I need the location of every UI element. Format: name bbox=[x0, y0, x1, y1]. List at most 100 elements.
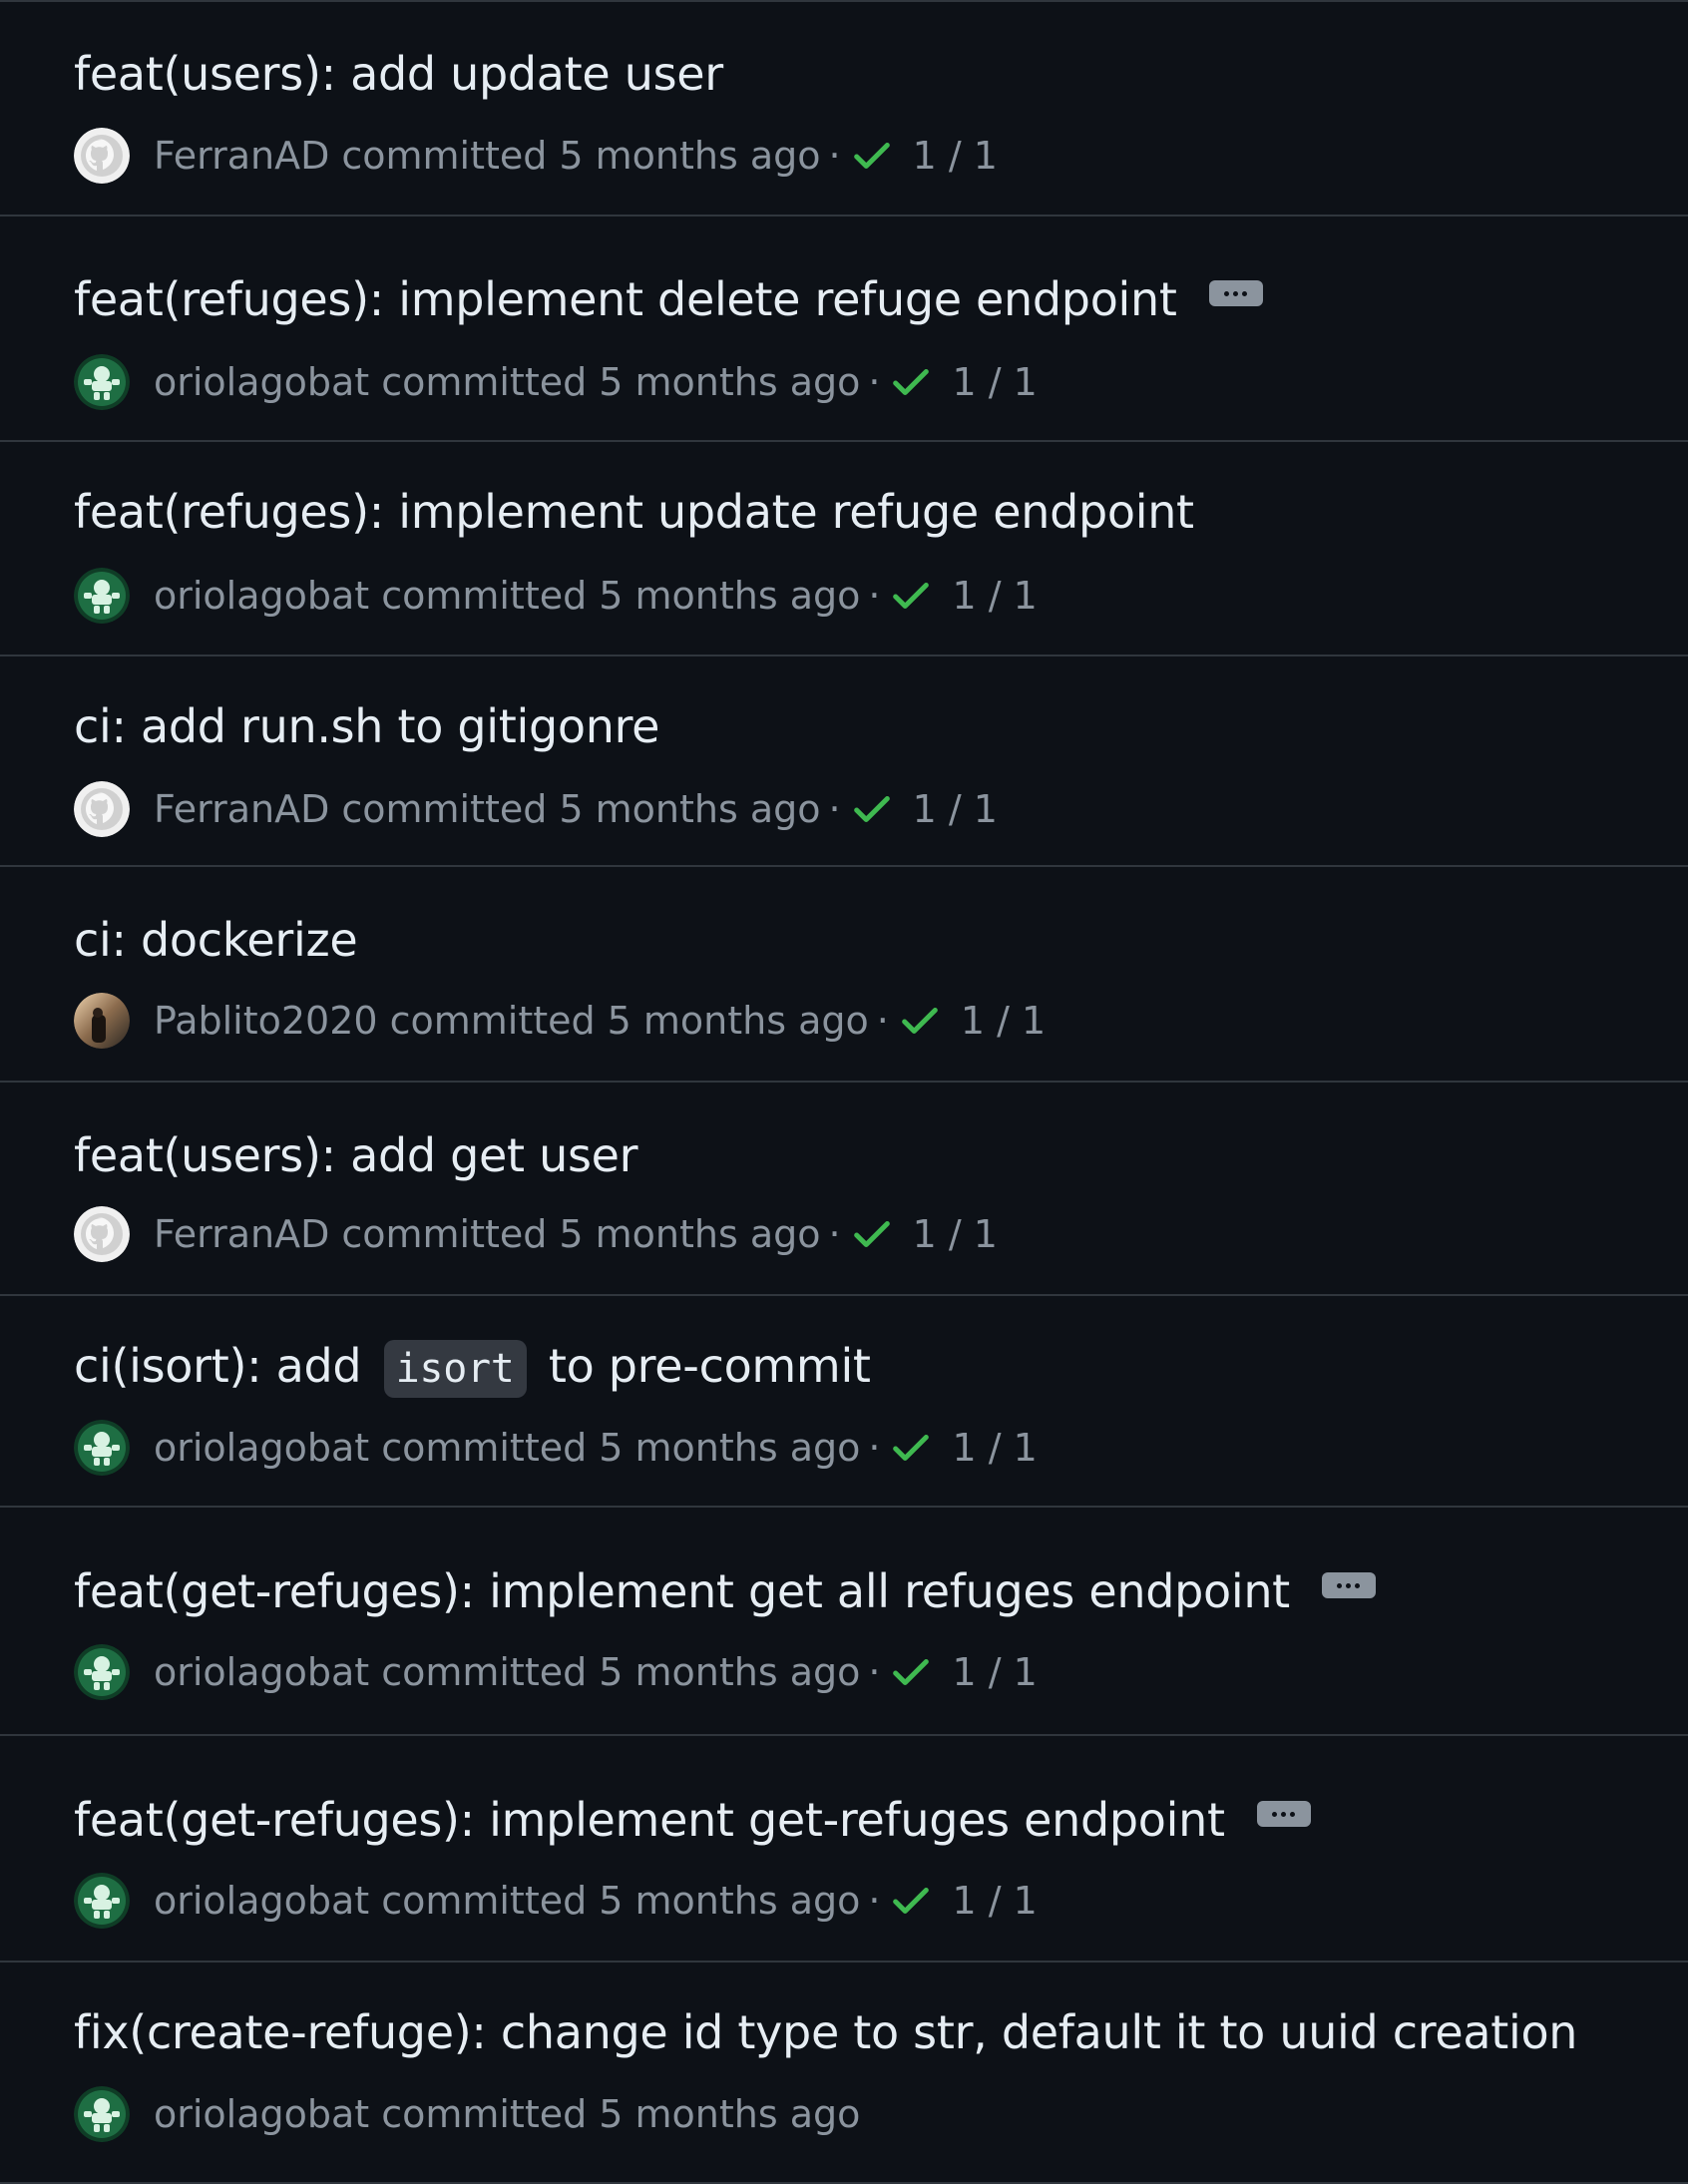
check-icon[interactable] bbox=[897, 998, 943, 1044]
commit-meta: FerranAD committed 5 months ago · 1 / 1 bbox=[74, 128, 998, 184]
checks-status[interactable]: 1 / 1 bbox=[952, 360, 1037, 404]
committed-label: committed bbox=[381, 574, 588, 618]
ellipsis-dot-icon bbox=[1355, 1582, 1361, 1588]
avatar[interactable] bbox=[74, 354, 130, 410]
commit-row[interactable]: feat(users): add update user FerranAD comm… bbox=[0, 2, 1688, 217]
checks-status[interactable]: 1 / 1 bbox=[952, 1879, 1037, 1923]
check-icon[interactable] bbox=[888, 1425, 934, 1471]
commit-row[interactable]: fix(create-refuge): change id type to st… bbox=[0, 1963, 1688, 2184]
commit-time[interactable]: 5 months ago bbox=[559, 1212, 820, 1256]
commit-title-line: feat(refuges): implement delete refuge e… bbox=[74, 276, 1263, 322]
committed-label: committed bbox=[389, 999, 596, 1043]
commit-title-line: feat(refuges): implement update refuge e… bbox=[74, 489, 1194, 535]
checks-status[interactable]: 1 / 1 bbox=[913, 1212, 998, 1256]
commit-title-line: feat(users): add get user bbox=[74, 1132, 638, 1178]
checks-status[interactable]: 1 / 1 bbox=[913, 134, 998, 178]
commit-time[interactable]: 5 months ago bbox=[599, 1426, 860, 1470]
checks-status[interactable]: 1 / 1 bbox=[913, 787, 998, 831]
commit-title-link[interactable]: feat(refuges): implement update refuge e… bbox=[74, 489, 1194, 535]
check-icon[interactable] bbox=[888, 1649, 934, 1695]
avatar[interactable] bbox=[74, 1420, 130, 1476]
check-icon[interactable] bbox=[849, 1211, 895, 1257]
commit-row[interactable]: feat(refuges): implement update refuge e… bbox=[0, 442, 1688, 656]
commit-title-link[interactable]: feat(refuges): implement delete refuge e… bbox=[74, 276, 1177, 322]
commit-row[interactable]: ci(isort): add isort to pre-commit oriola… bbox=[0, 1296, 1688, 1508]
committed-label: committed bbox=[341, 787, 548, 831]
commit-row[interactable]: feat(users): add get user FerranAD committ… bbox=[0, 1083, 1688, 1296]
commit-time[interactable]: 5 months ago bbox=[559, 134, 820, 178]
committed-label: committed bbox=[381, 1426, 588, 1470]
commit-time[interactable]: 5 months ago bbox=[599, 574, 860, 618]
commit-meta: oriolagobat committed 5 months ago · 1 / 1 bbox=[74, 1873, 1038, 1929]
committed-label: committed bbox=[381, 2092, 588, 2136]
author-link[interactable]: oriolagobat bbox=[154, 360, 369, 404]
commit-time[interactable]: 5 months ago bbox=[599, 360, 860, 404]
commit-time[interactable]: 5 months ago bbox=[608, 999, 869, 1043]
avatar[interactable] bbox=[74, 568, 130, 624]
commit-meta: Pablito2020 committed 5 months ago · 1 / 1 bbox=[74, 993, 1046, 1049]
commit-title-line: fix(create-refuge): change id type to st… bbox=[74, 2009, 1577, 2055]
author-link[interactable]: oriolagobat bbox=[154, 1879, 369, 1923]
check-icon[interactable] bbox=[888, 359, 934, 405]
commit-time[interactable]: 5 months ago bbox=[559, 787, 820, 831]
commit-row[interactable]: ci: dockerize Pablito2020 committed 5 month… bbox=[0, 867, 1688, 1083]
check-icon[interactable] bbox=[888, 573, 934, 619]
author-link[interactable]: oriolagobat bbox=[154, 574, 369, 618]
author-link[interactable]: oriolagobat bbox=[154, 1650, 369, 1694]
checks-status[interactable]: 1 / 1 bbox=[952, 574, 1037, 618]
expand-description-button[interactable] bbox=[1256, 1801, 1311, 1827]
ellipsis-dot-icon bbox=[1281, 1811, 1287, 1817]
commit-title-line: feat(get-refuges): implement get-refuges… bbox=[74, 1797, 1311, 1843]
author-link[interactable]: FerranAD bbox=[154, 134, 329, 178]
separator-dot: · bbox=[868, 1879, 881, 1923]
author-link[interactable]: Pablito2020 bbox=[154, 999, 378, 1043]
separator-dot: · bbox=[828, 787, 841, 831]
commit-title-link[interactable]: fix(create-refuge): change id type to st… bbox=[74, 2009, 1577, 2055]
commit-row[interactable]: feat(get-refuges): implement get-refuges… bbox=[0, 1736, 1688, 1963]
commit-time[interactable]: 5 months ago bbox=[599, 2092, 860, 2136]
commit-meta: oriolagobat committed 5 months ago bbox=[74, 2086, 860, 2142]
avatar[interactable] bbox=[74, 781, 130, 837]
commit-title-link[interactable]: ci: add run.sh to gitigonre bbox=[74, 703, 659, 749]
committed-label: committed bbox=[381, 1879, 588, 1923]
author-link[interactable]: oriolagobat bbox=[154, 2092, 369, 2136]
commit-title-link[interactable]: feat(users): add get user bbox=[74, 1132, 638, 1178]
commit-title-link[interactable]: feat(get-refuges): implement get all ref… bbox=[74, 1568, 1290, 1614]
committed-label: committed bbox=[381, 1650, 588, 1694]
commit-title-link[interactable]: feat(users): add update user bbox=[74, 51, 723, 97]
commit-row[interactable]: ci: add run.sh to gitigonre FerranAD commi… bbox=[0, 656, 1688, 867]
expand-description-button[interactable] bbox=[1208, 280, 1263, 306]
commit-row[interactable]: feat(refuges): implement delete refuge e… bbox=[0, 217, 1688, 442]
author-link[interactable]: FerranAD bbox=[154, 787, 329, 831]
checks-status[interactable]: 1 / 1 bbox=[952, 1650, 1037, 1694]
checks-status[interactable]: 1 / 1 bbox=[952, 1426, 1037, 1470]
checks-status[interactable]: 1 / 1 bbox=[961, 999, 1046, 1043]
commit-row[interactable]: feat(get-refuges): implement get all ref… bbox=[0, 1508, 1688, 1736]
commit-title-link[interactable]: feat(get-refuges): implement get-refuges… bbox=[74, 1797, 1225, 1843]
separator-dot: · bbox=[828, 134, 841, 178]
avatar[interactable] bbox=[74, 1873, 130, 1929]
check-icon[interactable] bbox=[849, 786, 895, 832]
ellipsis-dot-icon bbox=[1272, 1811, 1278, 1817]
commit-title-line: feat(get-refuges): implement get all ref… bbox=[74, 1568, 1376, 1614]
commit-meta: oriolagobat committed 5 months ago · 1 / 1 bbox=[74, 354, 1038, 410]
avatar[interactable] bbox=[74, 128, 130, 184]
check-icon[interactable] bbox=[849, 133, 895, 179]
avatar[interactable] bbox=[74, 1644, 130, 1700]
avatar[interactable] bbox=[74, 993, 130, 1049]
author-link[interactable]: oriolagobat bbox=[154, 1426, 369, 1470]
commit-meta: oriolagobat committed 5 months ago · 1 / 1 bbox=[74, 1644, 1038, 1700]
check-icon[interactable] bbox=[888, 1878, 934, 1924]
commit-time[interactable]: 5 months ago bbox=[599, 1879, 860, 1923]
commit-time[interactable]: 5 months ago bbox=[599, 1650, 860, 1694]
avatar[interactable] bbox=[74, 2086, 130, 2142]
separator-dot: · bbox=[868, 1650, 881, 1694]
commit-meta: oriolagobat committed 5 months ago · 1 / 1 bbox=[74, 568, 1038, 624]
commit-title-text: to pre-commit bbox=[534, 1339, 871, 1393]
expand-description-button[interactable] bbox=[1321, 1572, 1376, 1598]
avatar[interactable] bbox=[74, 1206, 130, 1262]
commit-title-link[interactable]: ci: dockerize bbox=[74, 917, 358, 963]
author-link[interactable]: FerranAD bbox=[154, 1212, 329, 1256]
ellipsis-dot-icon bbox=[1233, 290, 1239, 296]
commit-title-link[interactable]: ci(isort): add isort to pre-commit bbox=[74, 1340, 871, 1398]
